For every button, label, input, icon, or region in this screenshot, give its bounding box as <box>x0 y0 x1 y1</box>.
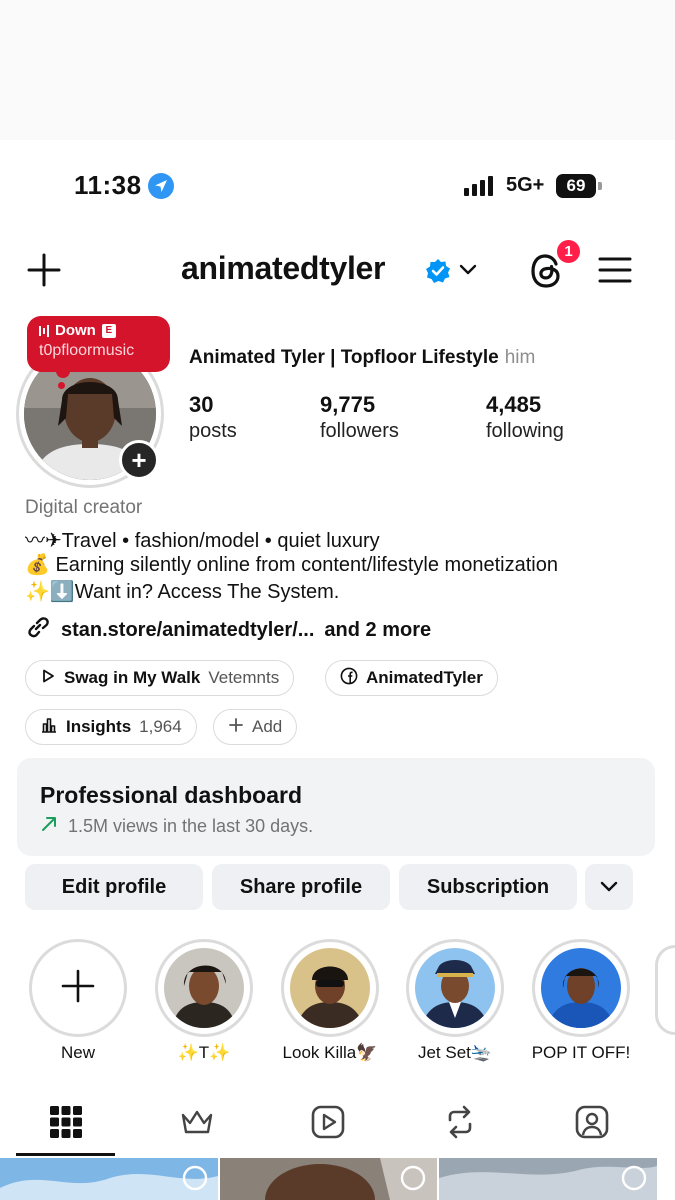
account-switch-chevron-icon[interactable] <box>459 263 477 277</box>
threads-notification-badge: 1 <box>555 238 582 265</box>
highlight-1-cover <box>164 948 244 1028</box>
bio-link-url[interactable]: stan.store/animatedtyler/... <box>61 619 314 642</box>
insights-chip-label: Insights <box>66 717 132 736</box>
stat-followers-label: followers <box>320 420 399 442</box>
stat-following-label: following <box>486 420 564 442</box>
profile-category: Digital creator <box>25 497 143 518</box>
add-story-plus-button[interactable]: + <box>119 440 159 480</box>
stat-following[interactable]: 4,485 following <box>486 392 564 443</box>
profile-username[interactable]: animatedtyler <box>181 250 385 287</box>
note-song-title: Down <box>55 322 96 339</box>
tab-reels-icon[interactable] <box>310 1104 346 1140</box>
active-tab-underline <box>16 1153 115 1156</box>
hamburger-menu-icon[interactable] <box>598 256 632 284</box>
pronouns: him <box>504 347 536 368</box>
stat-followers[interactable]: 9,775 followers <box>320 392 399 443</box>
bio-links[interactable]: stan.store/animatedtyler/... and 2 more <box>25 614 431 646</box>
highlight-3-cover <box>415 948 495 1028</box>
stat-posts[interactable]: 30 posts <box>189 392 237 443</box>
trend-up-arrow-icon <box>40 815 58 838</box>
bio-line-1: 〰✈Travel • fashion/model • quiet luxury <box>25 530 380 552</box>
facebook-chip[interactable]: AnimatedTyler <box>325 660 498 696</box>
chevron-down-icon <box>600 876 618 899</box>
cellular-signal-icon <box>464 176 493 196</box>
highlight-2-label: Look Killa🦅 <box>282 1043 378 1062</box>
status-time: 11:38 <box>74 170 142 200</box>
grid-post-3[interactable] <box>439 1158 657 1200</box>
tab-reposts-icon[interactable] <box>442 1104 478 1140</box>
play-icon <box>40 668 56 689</box>
music-chip-artist: Vetemnts <box>208 668 280 687</box>
bio-line-2: 💰 Earning silently online from content/l… <box>25 554 558 576</box>
add-plus-icon <box>228 717 244 738</box>
subscription-button[interactable]: Subscription <box>399 864 577 910</box>
tab-tagged-icon[interactable] <box>574 1104 610 1140</box>
dashboard-views-text: 1.5M views in the last 30 days. <box>68 816 314 836</box>
music-equalizer-icon <box>39 324 49 337</box>
tab-posts-grid-icon[interactable] <box>48 1104 84 1140</box>
insights-chip-count: 1,964 <box>139 717 182 736</box>
battery-cap-icon <box>598 182 602 190</box>
bio-link-more[interactable]: and 2 more <box>324 619 431 642</box>
grid-post-1[interactable] <box>0 1158 218 1200</box>
dashboard-subtitle: 1.5M views in the last 30 days. <box>40 815 313 838</box>
highlight-4-cover <box>541 948 621 1028</box>
stat-followers-value: 9,775 <box>320 392 376 417</box>
explicit-badge: E <box>101 323 116 338</box>
highlight-1-label: ✨T✨ <box>177 1043 231 1062</box>
profile-full-name: Animated Tyler | Topfloor Lifestyle him <box>189 347 535 369</box>
stat-posts-value: 30 <box>189 392 214 417</box>
insights-chip[interactable]: Insights 1,964 <box>25 709 197 745</box>
full-name-text: Animated Tyler | Topfloor Lifestyle <box>189 347 499 368</box>
music-chip[interactable]: Swag in My Walk Vetemnts <box>25 660 295 696</box>
new-highlight-plus-icon <box>60 968 96 1009</box>
facebook-chip-label: AnimatedTyler <box>366 668 483 687</box>
highlight-3-label: Jet Set🛬 <box>417 1043 493 1062</box>
verified-badge-icon <box>425 258 451 284</box>
add-chip-label: Add <box>252 717 283 736</box>
highlight-new-label: New <box>60 1043 95 1062</box>
link-chain-icon <box>25 614 51 646</box>
bio-line-3: ✨⬇️Want in? Access The System. <box>25 581 340 603</box>
add-chip[interactable]: Add <box>213 709 298 745</box>
grid-post-2[interactable] <box>220 1158 437 1200</box>
facebook-icon <box>340 667 358 690</box>
highlight-4-label: POP IT OFF! <box>531 1043 631 1062</box>
dashboard-title: Professional dashboard <box>40 782 303 808</box>
battery-level: 69 <box>556 174 596 198</box>
create-plus-icon[interactable] <box>26 252 62 288</box>
highlight-2-cover <box>290 948 370 1028</box>
top-blank-band <box>0 0 675 140</box>
location-arrow-icon <box>148 173 174 199</box>
edit-profile-button[interactable]: Edit profile <box>25 864 203 910</box>
bar-chart-icon <box>40 716 58 739</box>
stat-posts-label: posts <box>189 420 237 442</box>
network-type: 5G+ <box>506 174 545 196</box>
note-bubble-tail-small <box>58 382 65 389</box>
share-profile-button[interactable]: Share profile <box>212 864 390 910</box>
stat-following-value: 4,485 <box>486 392 542 417</box>
note-artist: t0pfloormusic <box>39 342 135 359</box>
music-chip-title: Swag in My Walk <box>64 668 201 687</box>
tab-subscriptions-crown-icon[interactable] <box>179 1104 215 1140</box>
highlight-new[interactable] <box>29 939 127 1037</box>
suggested-dropdown-button[interactable] <box>585 864 633 910</box>
highlight-5-partial[interactable] <box>655 945 675 1035</box>
profile-music-note[interactable]: Down E t0pfloormusic <box>27 316 170 372</box>
